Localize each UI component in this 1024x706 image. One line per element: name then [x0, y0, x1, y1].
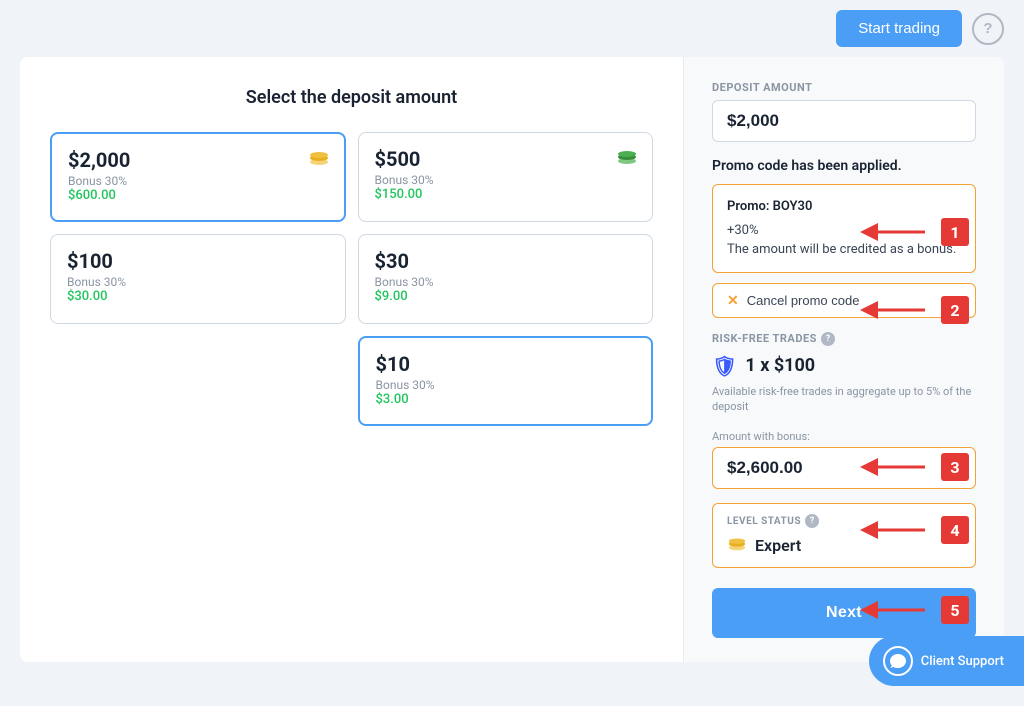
deposit-card-100[interactable]: $100 Bonus 30% $30.00 [50, 234, 346, 324]
left-panel: Select the deposit amount $2,000 Bonus 3… [20, 57, 684, 662]
main-container: Select the deposit amount $2,000 Bonus 3… [20, 57, 1004, 662]
card-bonus-value: $3.00 [376, 392, 636, 407]
level-status-section: LEVEL STATUS ? Expert [712, 503, 976, 568]
shield-icon: 🛡 [712, 354, 737, 378]
amount-bonus-label: Amount with bonus: [712, 430, 976, 443]
deposit-amount-input[interactable] [712, 100, 976, 142]
deposit-card-2000[interactable]: $2,000 Bonus 30% $600.00 [50, 132, 346, 222]
deposit-card-500[interactable]: $500 Bonus 30% $150.00 [358, 132, 654, 222]
card-amount: $10 [376, 352, 636, 376]
risk-free-header: RISK-FREE TRADES ? [712, 332, 976, 346]
deposit-card-10[interactable]: $10 Bonus 30% $3.00 [358, 336, 654, 426]
card-amount: $500 [375, 147, 637, 171]
right-panel: DEPOSIT AMOUNT Promo code has been appli… [684, 57, 1004, 662]
level-value: Expert [727, 534, 961, 557]
level-status-header: LEVEL STATUS ? [727, 514, 961, 528]
promo-box: Promo: BOY30 +30% The amount will be cre… [712, 184, 976, 273]
next-button[interactable]: Next [712, 588, 976, 638]
client-support-button[interactable]: Client Support [869, 636, 1024, 686]
level-status-label: LEVEL STATUS [727, 516, 801, 527]
promo-applied-text: Promo code has been applied. [712, 158, 976, 174]
cancel-promo-button[interactable]: ✕ Cancel promo code [712, 283, 976, 318]
level-status-info-icon[interactable]: ? [805, 514, 819, 528]
card-amount: $100 [67, 249, 329, 273]
risk-free-amount: 1 x $100 [745, 355, 815, 376]
card-bonus-label: Bonus 30% [376, 378, 636, 392]
deposit-amount-label: DEPOSIT AMOUNT [712, 81, 976, 94]
promo-bonus-percent: +30% [727, 221, 961, 241]
card-bonus-label: Bonus 30% [67, 275, 329, 289]
card-bonus-value: $30.00 [67, 289, 329, 304]
deposit-card-30[interactable]: $30 Bonus 30% $9.00 [358, 234, 654, 324]
help-button[interactable]: ? [972, 13, 1004, 45]
card-amount: $30 [375, 249, 637, 273]
card-amount: $2,000 [68, 148, 328, 172]
top-bar: Start trading ? [0, 0, 1024, 57]
client-support-label: Client Support [921, 654, 1004, 669]
deposit-grid: $2,000 Bonus 30% $600.00 $500 Bonus 30% … [50, 132, 653, 426]
amount-bonus-input[interactable] [712, 447, 976, 489]
cancel-promo-label: Cancel promo code [747, 293, 860, 308]
start-trading-button[interactable]: Start trading [836, 10, 962, 47]
chat-icon [883, 646, 913, 676]
cancel-x-icon: ✕ [727, 292, 739, 309]
card-bonus-label: Bonus 30% [375, 173, 637, 187]
stack-gold-icon [308, 148, 330, 171]
risk-free-info-icon[interactable]: ? [821, 332, 835, 346]
card-bonus-value: $600.00 [68, 188, 328, 203]
promo-description: The amount will be credited as a bonus. [727, 240, 961, 260]
card-bonus-label: Bonus 30% [375, 275, 637, 289]
card-bonus-value: $150.00 [375, 187, 637, 202]
risk-free-label: RISK-FREE TRADES [712, 332, 817, 345]
card-bonus-value: $9.00 [375, 289, 637, 304]
promo-code-line: Promo: BOY30 [727, 197, 961, 217]
card-bonus-label: Bonus 30% [68, 174, 328, 188]
level-name: Expert [755, 536, 801, 555]
stack-green-icon [616, 147, 638, 170]
panel-title: Select the deposit amount [50, 87, 653, 108]
expert-icon [727, 534, 747, 557]
risk-free-value: 🛡 1 x $100 [712, 354, 976, 378]
risk-free-note: Available risk-free trades in aggregate … [712, 384, 976, 415]
